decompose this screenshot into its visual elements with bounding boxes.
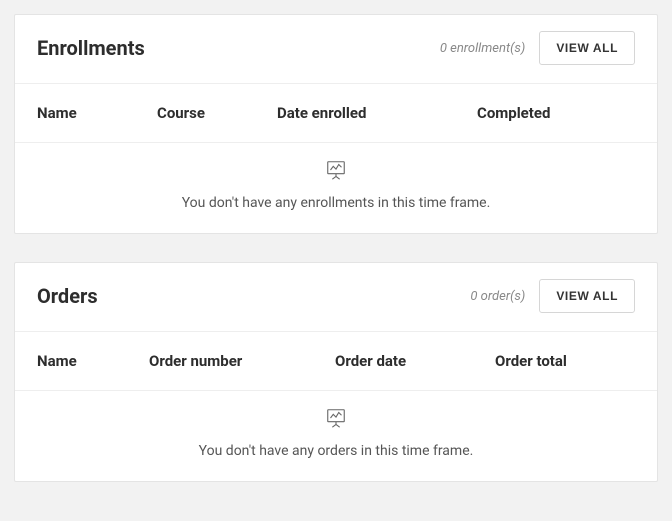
orders-view-all-button[interactable]: VIEW ALL [539,279,635,313]
enrollments-col-course: Course [157,104,277,122]
orders-header: Orders 0 order(s) VIEW ALL [15,263,657,332]
orders-columns: Name Order number Order date Order total [15,332,657,391]
chart-board-icon [15,407,657,429]
enrollments-empty-message: You don't have any enrollments in this t… [15,195,657,211]
orders-count: 0 order(s) [470,289,525,304]
enrollments-view-all-button[interactable]: VIEW ALL [539,31,635,65]
orders-empty-message: You don't have any orders in this time f… [15,443,657,459]
chart-board-icon [15,159,657,181]
enrollments-title: Enrollments [37,36,440,60]
orders-empty-state: You don't have any orders in this time f… [15,391,657,481]
orders-col-order-total: Order total [495,352,635,370]
enrollments-header: Enrollments 0 enrollment(s) VIEW ALL [15,15,657,84]
orders-col-name: Name [37,352,149,370]
orders-card: Orders 0 order(s) VIEW ALL Name Order nu… [14,262,658,482]
enrollments-col-date-enrolled: Date enrolled [277,104,477,122]
enrollments-count: 0 enrollment(s) [440,41,525,56]
enrollments-col-name: Name [37,104,157,122]
enrollments-columns: Name Course Date enrolled Completed [15,84,657,143]
orders-col-order-date: Order date [335,352,495,370]
enrollments-card: Enrollments 0 enrollment(s) VIEW ALL Nam… [14,14,658,234]
enrollments-empty-state: You don't have any enrollments in this t… [15,143,657,233]
orders-col-order-number: Order number [149,352,335,370]
orders-title: Orders [37,284,470,308]
enrollments-col-completed: Completed [477,104,635,122]
